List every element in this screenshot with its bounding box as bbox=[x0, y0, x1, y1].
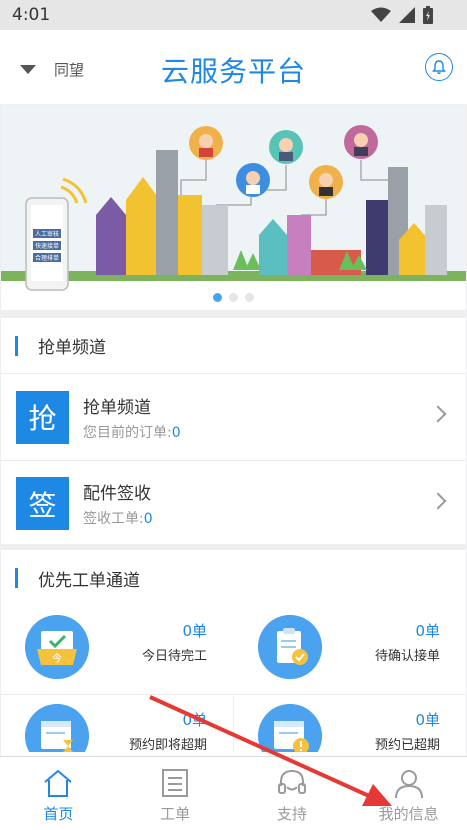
carousel-dot[interactable] bbox=[245, 293, 254, 302]
carousel-dot[interactable] bbox=[229, 293, 238, 302]
pending-confirm-card[interactable]: 0单 待确认接单 bbox=[234, 606, 466, 694]
card-label: 预约即将超期 bbox=[128, 738, 207, 752]
svg-text:今: 今 bbox=[52, 652, 62, 665]
sign-count: 0 bbox=[143, 511, 153, 527]
priority-order-section: 优先工单通道 今 0单 今日待完工 0单 待确认接单 0单 预约即将超期 0单 … bbox=[1, 550, 466, 756]
tab-label: 首页 bbox=[43, 805, 74, 823]
carousel-dot-active[interactable] bbox=[213, 293, 222, 302]
phone-menu-buttons: 人工审核 快速接单 合理排单 bbox=[33, 229, 61, 262]
section-title: 优先工单通道 bbox=[38, 570, 140, 591]
calendar-warning-icon bbox=[258, 704, 322, 752]
priority-grid: 今 0单 今日待完工 0单 待确认接单 0单 预约即将超期 0单 预约已超期 bbox=[1, 606, 466, 752]
row-title: 配件签收 bbox=[83, 484, 151, 504]
bell-icon bbox=[432, 60, 446, 74]
headset-icon bbox=[277, 769, 306, 794]
parts-signing-row[interactable]: 签 配件签收 签收工单:0 bbox=[1, 460, 466, 546]
carousel-indicator[interactable] bbox=[1, 293, 466, 302]
appointment-expiring-card[interactable]: 0单 预约即将超期 bbox=[1, 695, 233, 752]
section-title: 抢单频道 bbox=[38, 338, 106, 358]
card-label: 待确认接单 bbox=[374, 649, 440, 664]
tab-home[interactable]: 首页 bbox=[0, 757, 117, 830]
card-label: 今日待完工 bbox=[141, 649, 207, 664]
user-icon bbox=[394, 770, 423, 799]
status-bar: 4:01 bbox=[0, 0, 467, 30]
phone-button-label: 合理排单 bbox=[35, 254, 59, 262]
grab-order-section: 抢单频道 抢 抢单频道 您目前的订单:0 签 配件签收 签收工单:0 bbox=[1, 318, 466, 544]
phone-button-label: 快速接单 bbox=[35, 242, 59, 250]
today-pending-card[interactable]: 今 0单 今日待完工 bbox=[1, 606, 233, 694]
card-count: 0单 bbox=[182, 622, 207, 640]
section-accent-bar bbox=[15, 335, 18, 356]
row-subtitle: 签收工单:0 bbox=[83, 511, 153, 527]
notification-button[interactable] bbox=[425, 53, 453, 81]
city-illustration: 人工审核 快速接单 合理排单 bbox=[1, 105, 466, 291]
tab-label: 支持 bbox=[276, 805, 307, 823]
section-header: 抢单频道 bbox=[1, 318, 466, 374]
document-list-icon bbox=[162, 769, 189, 797]
calendar-today-icon: 今 bbox=[25, 615, 89, 679]
tab-work-orders[interactable]: 工单 bbox=[117, 757, 234, 830]
tab-label: 我的信息 bbox=[378, 805, 439, 823]
section-header: 优先工单通道 bbox=[1, 550, 466, 606]
phone-button-label: 人工审核 bbox=[35, 230, 59, 238]
battery-icon bbox=[423, 6, 433, 24]
app-header: 同望 云服务平台 bbox=[0, 30, 467, 104]
status-time: 4:01 bbox=[12, 5, 51, 25]
card-count: 0单 bbox=[415, 711, 440, 729]
chevron-right-icon bbox=[429, 405, 447, 423]
calendar-hourglass-icon bbox=[25, 704, 89, 752]
signal-icon bbox=[399, 7, 415, 23]
tab-my-info[interactable]: 我的信息 bbox=[350, 757, 467, 830]
page-title: 云服务平台 bbox=[160, 55, 306, 88]
clipboard-check-icon bbox=[258, 615, 322, 679]
promo-banner[interactable]: 人工审核 快速接单 合理排单 bbox=[1, 105, 466, 310]
row-subtitle: 您目前的订单:0 bbox=[83, 424, 181, 441]
card-label: 预约已超期 bbox=[374, 738, 440, 752]
status-icons bbox=[371, 6, 433, 24]
chevron-right-icon bbox=[429, 492, 447, 510]
section-accent-bar bbox=[15, 568, 18, 588]
tab-label: 工单 bbox=[160, 805, 191, 823]
card-count: 0单 bbox=[182, 711, 207, 729]
row-title: 抢单频道 bbox=[83, 397, 151, 418]
order-count: 0 bbox=[171, 424, 181, 441]
appointment-overdue-card[interactable]: 0单 预约已超期 bbox=[234, 695, 466, 752]
bottom-tab-bar: 首页 工单 支持 我的信息 bbox=[0, 756, 467, 830]
card-count: 0单 bbox=[415, 622, 440, 640]
home-icon bbox=[44, 769, 73, 797]
grab-badge-icon: 抢 bbox=[16, 390, 69, 444]
tab-support[interactable]: 支持 bbox=[234, 757, 351, 830]
grab-order-row[interactable]: 抢 抢单频道 您目前的订单:0 bbox=[1, 374, 466, 460]
sign-badge-icon: 签 bbox=[16, 477, 69, 530]
wifi-icon bbox=[371, 7, 391, 22]
